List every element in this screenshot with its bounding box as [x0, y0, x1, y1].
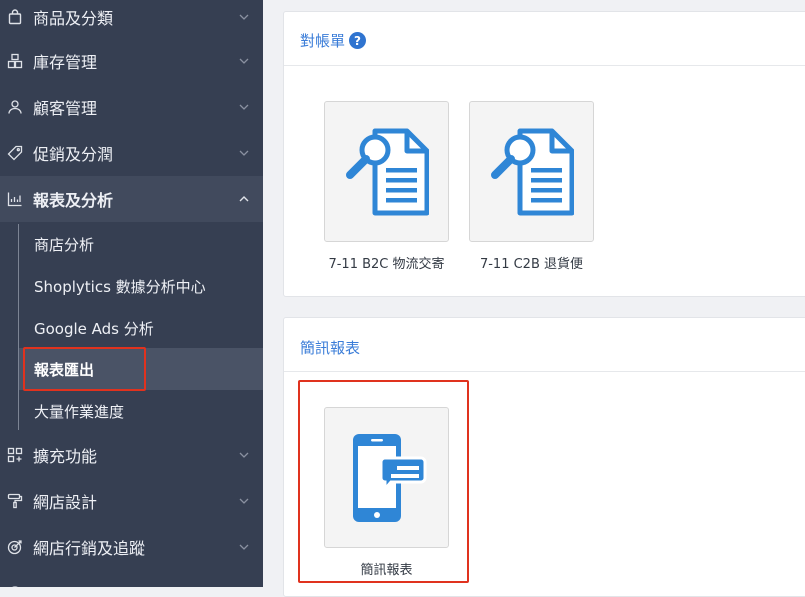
statement-panel: 對帳單 ? 7-11 B2C 物流交寄 7-11 C2B 退貨便 — [283, 11, 805, 297]
sidebar-subitem-label: 大量作業進度 — [34, 402, 125, 421]
sidebar-item-reports[interactable]: 報表及分析 — [0, 176, 263, 222]
sidebar-subitem-shoplytics[interactable]: Shoplytics 數據分析中心 — [19, 265, 263, 307]
panel-title: 簡訊報表 — [300, 337, 360, 358]
chevron-down-icon — [238, 55, 250, 67]
sidebar-item-label: 促銷及分潤 — [33, 145, 114, 164]
sidebar-item-products[interactable]: 商品及分類 — [0, 0, 263, 40]
sidebar-subitem-label: 商店分析 — [34, 235, 95, 254]
sidebar-subitem-store-analytics[interactable]: 商店分析 — [19, 223, 263, 265]
panel-header: 對帳單 ? — [284, 12, 805, 66]
sidebar-item-label: 擴充功能 — [33, 447, 98, 466]
sidebar-subitem-google-ads[interactable]: Google Ads 分析 — [19, 307, 263, 349]
tile-label: 7-11 C2B 退貨便 — [479, 257, 584, 272]
document-search-icon — [490, 128, 574, 215]
bag-icon — [7, 9, 23, 25]
sidebar-item-customers[interactable]: 顧客管理 — [0, 84, 263, 130]
panel-header: 簡訊報表 — [284, 318, 805, 372]
document-search-icon — [345, 128, 429, 215]
sidebar-item-promotions[interactable]: 促銷及分潤 — [0, 130, 263, 176]
target-icon — [7, 539, 23, 555]
chevron-down-icon — [238, 101, 250, 113]
chevron-down-icon — [238, 449, 250, 461]
chevron-down-icon — [238, 11, 250, 23]
panel-title-text: 對帳單 — [300, 32, 346, 50]
sidebar-item-label: 商品及分類 — [33, 9, 114, 28]
panel-title-text: 簡訊報表 — [300, 339, 361, 357]
user-icon — [7, 99, 23, 115]
sidebar-item-label: 庫存管理 — [33, 53, 98, 72]
report-tile-711-c2b[interactable] — [469, 101, 594, 242]
chevron-down-icon — [238, 541, 250, 553]
sidebar-item-inventory[interactable]: 庫存管理 — [0, 38, 263, 84]
sidebar-item-apps[interactable]: 擴充功能 — [0, 432, 263, 478]
panel-title: 對帳單 ? — [300, 30, 367, 51]
sidebar-item-label: 網店行銷及追蹤 — [33, 539, 146, 558]
sidebar-subitem-bulk-progress[interactable]: 大量作業進度 — [19, 390, 263, 432]
sidebar: 商品及分類 庫存管理 顧客管理 促銷及分潤 報表及分析 商店分析 Shoplyt… — [0, 0, 263, 587]
tag-icon — [7, 145, 23, 161]
chevron-up-icon — [238, 193, 250, 205]
chevron-down-icon — [238, 147, 250, 159]
sidebar-subitem-label: Google Ads 分析 — [34, 319, 154, 338]
highlight-box-sms-report — [298, 380, 469, 583]
sidebar-item-marketing[interactable]: 網店行銷及追蹤 — [0, 524, 263, 570]
boxes-icon — [7, 53, 23, 69]
sidebar-item-label: 網店設計 — [33, 493, 98, 512]
sidebar-subitem-label: Shoplytics 數據分析中心 — [34, 277, 206, 296]
sidebar-item-label: 顧客管理 — [33, 99, 98, 118]
help-icon[interactable]: ? — [349, 32, 367, 49]
report-tile-711-b2c[interactable] — [324, 101, 449, 242]
paint-roller-icon — [7, 493, 23, 509]
sidebar-item-store-design[interactable]: 網店設計 — [0, 478, 263, 524]
highlight-box-report-export — [23, 347, 146, 391]
apps-icon — [7, 447, 23, 463]
sidebar-item-next[interactable] — [0, 570, 263, 587]
chart-icon — [7, 191, 23, 207]
chevron-down-icon — [238, 495, 250, 507]
sidebar-item-label: 報表及分析 — [33, 191, 114, 210]
tile-label: 7-11 B2C 物流交寄 — [328, 257, 445, 272]
